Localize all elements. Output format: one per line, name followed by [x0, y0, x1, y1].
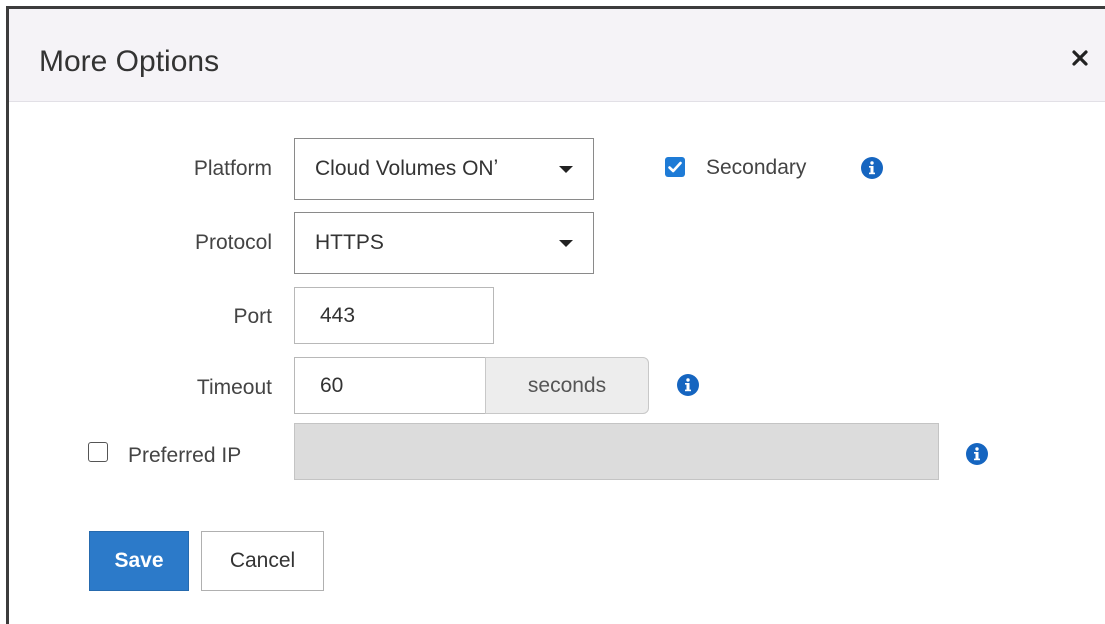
preferred-ip-info-icon[interactable] [966, 443, 988, 465]
platform-select[interactable]: Cloud Volumes ONʼ [294, 138, 594, 200]
timeout-info-icon[interactable] [677, 374, 699, 396]
port-input[interactable] [294, 287, 494, 344]
dialog-header: More Options [9, 9, 1105, 102]
preferred-ip-input[interactable] [294, 423, 939, 480]
close-icon[interactable] [1067, 45, 1093, 71]
platform-select-value: Cloud Volumes ONʼ [315, 157, 499, 180]
secondary-checkbox[interactable] [665, 157, 685, 177]
secondary-label: Secondary [706, 156, 807, 179]
timeout-label: Timeout [196, 376, 272, 399]
secondary-info-icon[interactable] [861, 157, 883, 179]
timeout-unit-addon: seconds [485, 357, 649, 414]
preferred-ip-label: Preferred IP [128, 444, 242, 467]
dialog-title: More Options [39, 45, 220, 78]
save-button[interactable]: Save [89, 531, 189, 591]
protocol-select-value: HTTPS [315, 231, 384, 254]
preferred-ip-checkbox[interactable] [88, 442, 108, 462]
protocol-label: Protocol [194, 231, 272, 254]
chevron-down-icon [559, 240, 573, 247]
protocol-select[interactable]: HTTPS [294, 212, 594, 274]
port-label: Port [233, 305, 272, 328]
checkmark-icon [668, 161, 682, 173]
cancel-button[interactable]: Cancel [201, 531, 324, 591]
platform-label: Platform [193, 157, 272, 180]
chevron-down-icon [559, 166, 573, 173]
timeout-input[interactable] [294, 357, 489, 414]
